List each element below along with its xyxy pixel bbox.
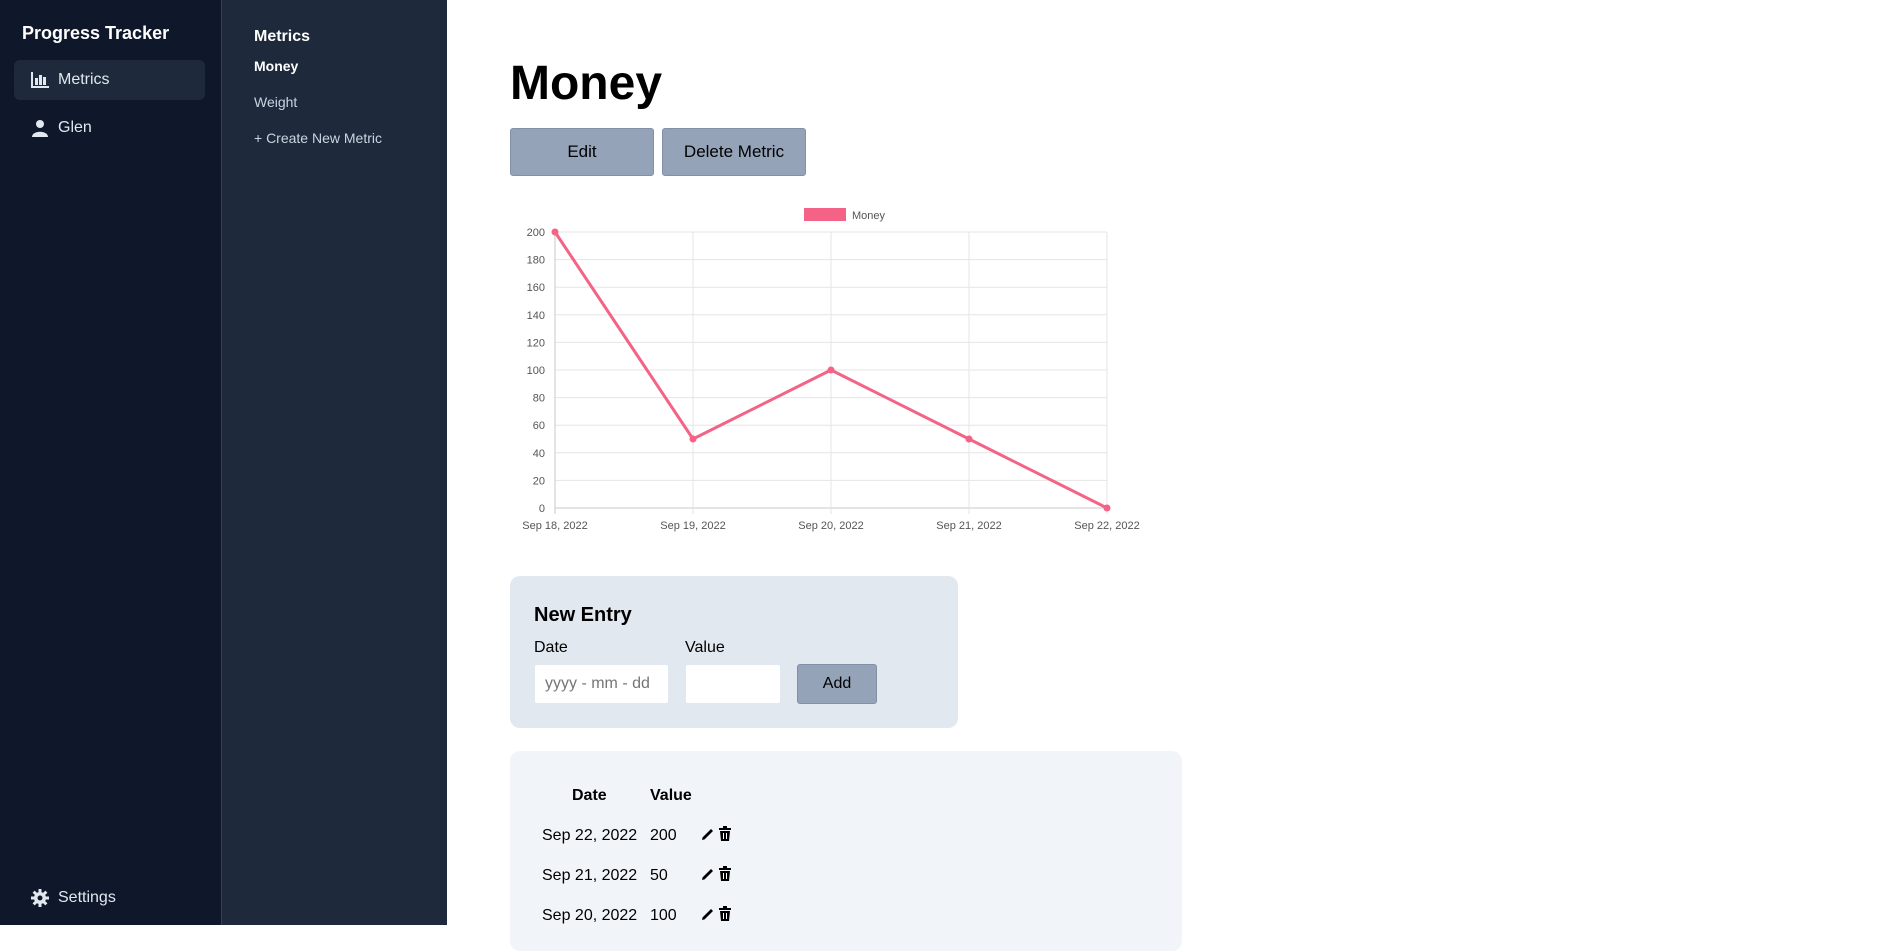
metric-item-weight[interactable]: Weight (254, 94, 297, 110)
y-tick-label: 0 (539, 503, 545, 515)
entry-value: 200 (650, 827, 677, 844)
y-tick-label: 60 (533, 420, 545, 432)
pencil-icon[interactable] (700, 826, 718, 844)
legend-label: Money (852, 210, 886, 222)
data-point (965, 435, 973, 443)
date-input[interactable] (534, 664, 669, 704)
add-entry-button[interactable]: Add (797, 664, 877, 704)
page-title: Money (510, 57, 663, 110)
sidebar: Progress Tracker Metrics Glen Settings (0, 0, 221, 925)
pencil-icon[interactable] (700, 906, 718, 924)
sidebar-item-metrics[interactable]: Metrics (14, 60, 205, 100)
y-tick-label: 200 (527, 227, 545, 239)
metrics-nav: Metrics Money Weight + Create New Metric (221, 0, 447, 925)
new-entry-title: New Entry (534, 604, 632, 626)
sidebar-item-settings[interactable]: Settings (14, 878, 205, 918)
x-tick-label: Sep 21, 2022 (936, 520, 1001, 532)
entry-date: Sep 21, 2022 (542, 867, 638, 884)
value-label: Value (685, 639, 725, 656)
metrics-nav-title: Metrics (254, 28, 311, 45)
gear-icon (30, 888, 50, 908)
user-icon (30, 118, 50, 138)
y-tick-label: 100 (527, 365, 545, 377)
sidebar-item-user[interactable]: Glen (14, 108, 205, 148)
data-point (1103, 504, 1111, 512)
new-entry-card: New Entry Date Value Add (510, 576, 958, 728)
money-line-chart: 0 20 40 60 80 100 120 140 160 180 200 Sep 18, 2022 S… (522, 208, 1140, 532)
create-metric-link[interactable]: + Create New Metric (254, 130, 382, 146)
table-row: Sep 20, 2022 100 (510, 906, 1182, 939)
y-tick-label: 140 (527, 310, 545, 322)
bar-chart-icon (30, 70, 50, 90)
x-tick-label: Sep 19, 2022 (660, 520, 725, 532)
entry-value: 50 (650, 867, 668, 884)
data-point (827, 366, 835, 374)
y-tick-label: 80 (533, 393, 545, 405)
x-tick-label: Sep 20, 2022 (798, 520, 863, 532)
value-column-header: Value (650, 787, 692, 804)
date-label: Date (534, 639, 568, 656)
table-row: Sep 21, 2022 50 (510, 866, 1182, 899)
entry-date: Sep 20, 2022 (542, 907, 638, 924)
trash-icon[interactable] (718, 826, 736, 844)
data-point (689, 435, 697, 443)
entry-date: Sep 22, 2022 (542, 827, 638, 844)
x-tick-label: Sep 22, 2022 (1074, 520, 1139, 532)
app-title: Progress Tracker (22, 23, 170, 43)
metric-item-money[interactable]: Money (254, 58, 298, 74)
y-tick-label: 20 (533, 475, 545, 487)
main-content: Money Edit Delete Metric 0 20 40 60 80 100 120… (446, 0, 1898, 951)
y-tick-label: 180 (527, 255, 545, 267)
pencil-icon[interactable] (700, 866, 718, 884)
trash-icon[interactable] (718, 906, 736, 924)
y-tick-label: 120 (527, 337, 545, 349)
sidebar-item-label: Glen (58, 119, 92, 136)
table-row: Sep 22, 2022 200 (510, 826, 1182, 859)
legend-swatch (804, 208, 846, 221)
value-input[interactable] (685, 664, 781, 704)
y-tick-label: 160 (527, 282, 545, 294)
entry-value: 100 (650, 907, 677, 924)
date-column-header: Date (572, 787, 607, 804)
x-tick-label: Sep 18, 2022 (522, 520, 587, 532)
trash-icon[interactable] (718, 866, 736, 884)
sidebar-item-label: Metrics (58, 71, 110, 88)
edit-button[interactable]: Edit (510, 128, 654, 176)
y-tick-label: 40 (533, 448, 545, 460)
delete-metric-button[interactable]: Delete Metric (662, 128, 806, 176)
entries-table: Date Value Sep 22, 2022 200 Sep 21, 2022… (510, 751, 1182, 951)
data-point (551, 228, 559, 236)
sidebar-item-label: Settings (58, 889, 116, 906)
